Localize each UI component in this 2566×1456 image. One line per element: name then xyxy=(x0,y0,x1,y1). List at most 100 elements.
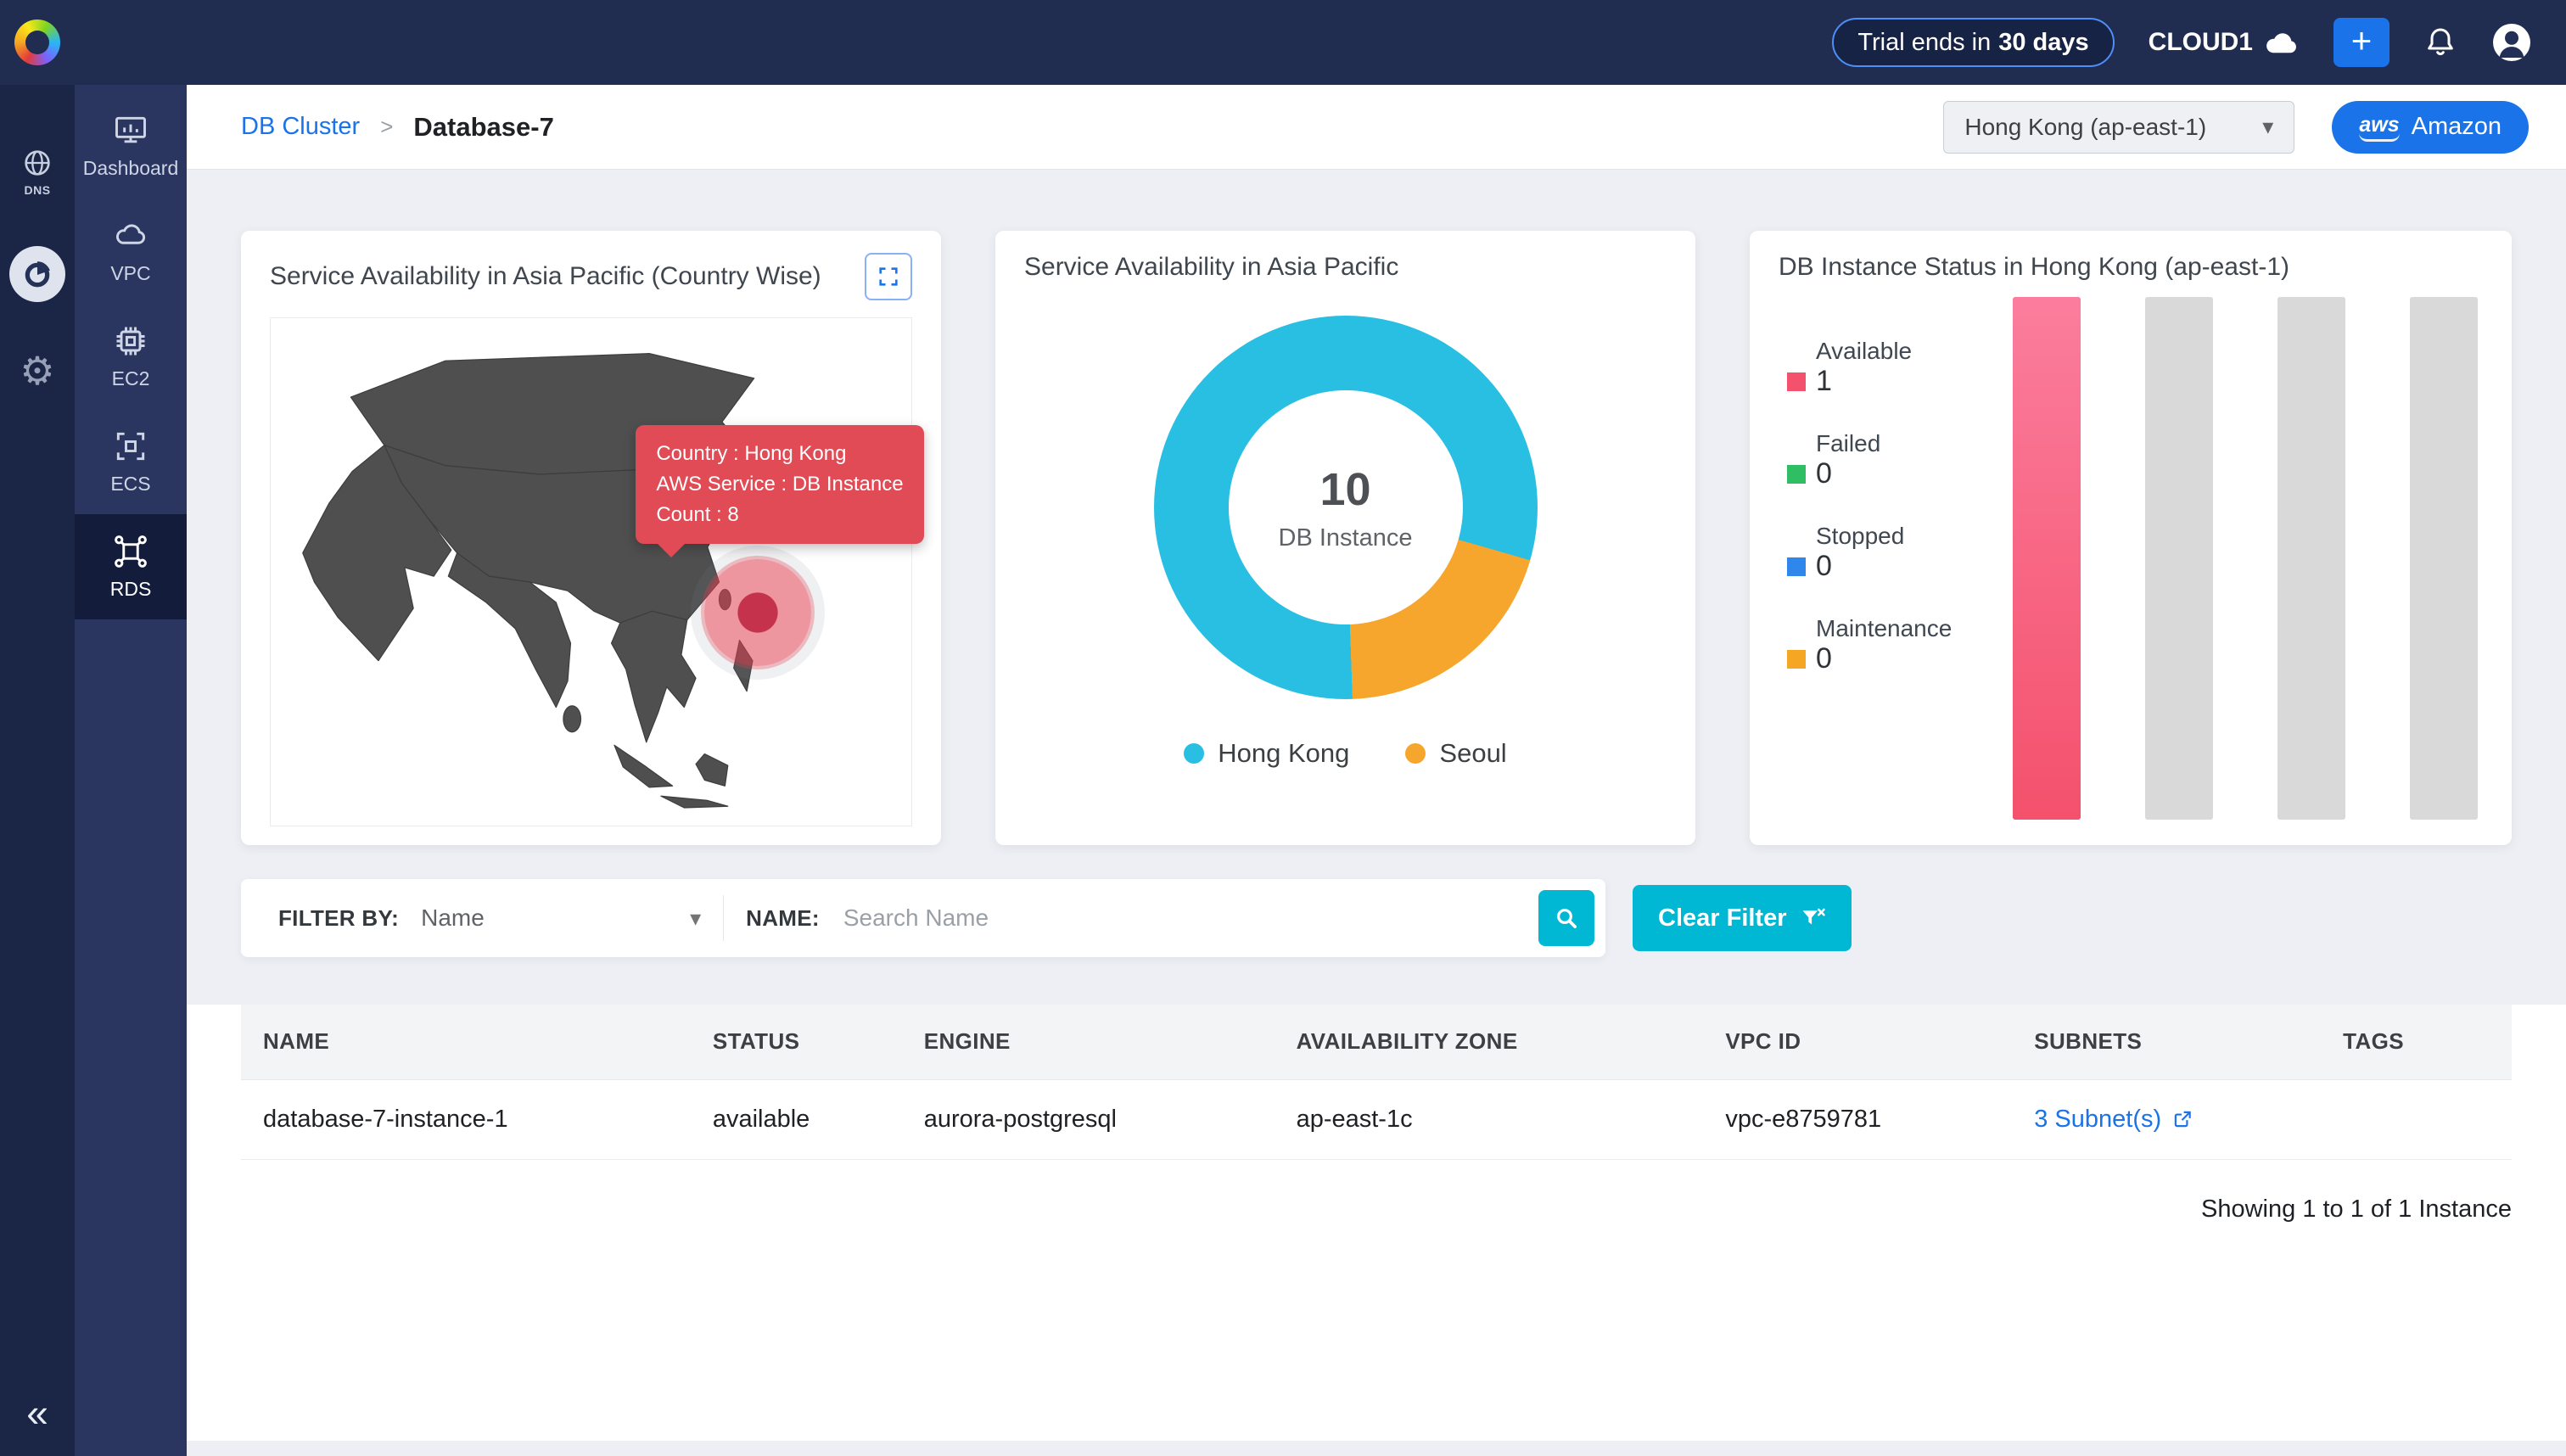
legend-square-red xyxy=(1787,372,1806,391)
rds-icon xyxy=(112,533,149,570)
chevron-down-icon: ▾ xyxy=(690,905,701,932)
legend-label: Seoul xyxy=(1439,738,1506,769)
clear-filter-label: Clear Filter xyxy=(1658,904,1787,932)
breadcrumb-separator: > xyxy=(380,114,393,140)
col-status: STATUS xyxy=(691,1005,902,1079)
status-legend: Available 1 Failed 0 S xyxy=(1779,294,1991,826)
legend-value: 1 xyxy=(1816,365,1991,398)
breadcrumb-parent-link[interactable]: DB Cluster xyxy=(241,113,360,141)
sidebar-item-rds[interactable]: RDS xyxy=(75,514,187,619)
instances-table-panel: NAME STATUS ENGINE AVAILABILITY ZONE VPC… xyxy=(187,1005,2566,1441)
search-button[interactable] xyxy=(1538,890,1594,946)
account-menu[interactable] xyxy=(2491,22,2532,63)
provider-button[interactable]: aws Amazon xyxy=(2332,101,2529,154)
status-bar-chart xyxy=(1991,294,2483,826)
external-link-icon xyxy=(2171,1108,2193,1130)
subnets-link[interactable]: 3 Subnet(s) xyxy=(2034,1106,2193,1134)
map-highlight-hong-kong[interactable] xyxy=(704,559,811,666)
vpc-icon xyxy=(112,217,149,255)
col-name: NAME xyxy=(241,1005,691,1079)
legend-label: Maintenance xyxy=(1816,615,1953,642)
sidebar-item-vpc[interactable]: VPC xyxy=(75,199,187,304)
app-window: Trial ends in 30 days CLOUD1 + xyxy=(0,0,2566,1456)
sidebar-item-monitoring[interactable] xyxy=(9,246,65,302)
tooltip-count: Count : 8 xyxy=(656,500,903,530)
legend-dot-cyan xyxy=(1184,743,1204,764)
donut-center-label: DB Instance xyxy=(1279,524,1413,552)
legend-square-blue xyxy=(1787,557,1806,576)
settings-gear-icon[interactable]: ⚙ xyxy=(20,351,54,390)
cell-engine: aurora-postgresql xyxy=(902,1079,1275,1159)
filter-by-label: FILTER BY: xyxy=(278,905,399,932)
status-legend-stopped: Stopped 0 xyxy=(1787,523,1991,583)
donut-center-value: 10 xyxy=(1319,463,1370,516)
legend-value: 0 xyxy=(1816,642,1991,675)
status-legend-maintenance: Maintenance 0 xyxy=(1787,615,1991,675)
ecs-icon xyxy=(112,428,149,465)
bar-maintenance xyxy=(2410,297,2478,820)
avatar-icon xyxy=(2491,22,2532,63)
search-input[interactable] xyxy=(842,904,1516,932)
col-engine: ENGINE xyxy=(902,1005,1275,1079)
org-switcher[interactable]: CLOUD1 xyxy=(2149,28,2300,57)
cell-tags xyxy=(2321,1079,2512,1159)
name-label: NAME: xyxy=(746,905,820,932)
donut-legend: Hong Kong Seoul xyxy=(1184,738,1506,769)
add-button[interactable]: + xyxy=(2333,18,2390,67)
status-legend-available: Available 1 xyxy=(1787,338,1991,398)
collapse-sidebar-icon[interactable]: « xyxy=(0,1393,75,1432)
legend-seoul: Seoul xyxy=(1405,738,1506,769)
sidebar-item-label: Dashboard xyxy=(83,157,179,180)
col-subnets: SUBNETS xyxy=(2012,1005,2321,1079)
status-legend-failed: Failed 0 xyxy=(1787,430,1991,490)
sidebar-item-label: EC2 xyxy=(112,367,150,390)
legend-square-orange xyxy=(1787,650,1806,669)
bar-failed xyxy=(2145,297,2213,820)
instances-table: NAME STATUS ENGINE AVAILABILITY ZONE VPC… xyxy=(241,1005,2512,1160)
dns-globe-icon xyxy=(20,146,54,180)
trial-banner[interactable]: Trial ends in 30 days xyxy=(1832,18,2114,67)
legend-label: Hong Kong xyxy=(1218,738,1349,769)
search-icon xyxy=(1553,904,1580,932)
cell-availability-zone: ap-east-1c xyxy=(1275,1079,1704,1159)
dns-label: DNS xyxy=(24,183,50,197)
app-logo[interactable] xyxy=(0,20,75,65)
donut-card: Service Availability in Asia Pacific 10 … xyxy=(995,231,1695,845)
filter-bar: FILTER BY: Name ▾ NAME: xyxy=(241,879,1605,957)
sidebar-item-label: ECS xyxy=(110,473,150,496)
filter-by-value: Name xyxy=(421,904,485,932)
bar-available xyxy=(2013,297,2081,820)
legend-hong-kong: Hong Kong xyxy=(1184,738,1349,769)
table-header-row: NAME STATUS ENGINE AVAILABILITY ZONE VPC… xyxy=(241,1005,2512,1079)
legend-value: 0 xyxy=(1816,457,1991,490)
legend-label: Stopped xyxy=(1816,523,1953,550)
showing-count: Showing 1 to 1 of 1 Instance xyxy=(241,1196,2512,1224)
clear-filter-icon xyxy=(1801,905,1826,931)
sidebar-item-dns[interactable]: DNS xyxy=(20,146,54,197)
sidebar-item-ecs[interactable]: ECS xyxy=(75,409,187,514)
col-tags: TAGS xyxy=(2321,1005,2512,1079)
service-sidebar: Dashboard VPC EC2 xyxy=(75,85,187,1456)
divider xyxy=(723,895,724,941)
dashboard-icon xyxy=(112,112,149,149)
subnets-link-label: 3 Subnet(s) xyxy=(2034,1106,2161,1134)
filter-by-dropdown[interactable]: Name ▾ xyxy=(421,904,701,932)
cloud-icon xyxy=(2264,31,2300,54)
org-name: CLOUD1 xyxy=(2149,28,2253,57)
trial-days: 30 days xyxy=(1998,29,2088,57)
clear-filter-button[interactable]: Clear Filter xyxy=(1633,885,1852,951)
tooltip-service: AWS Service : DB Instance xyxy=(656,469,903,500)
map-card-title: Service Availability in Asia Pacific (Co… xyxy=(270,262,821,291)
region-dropdown[interactable]: Hong Kong (ap-east-1) ▾ xyxy=(1943,101,2294,154)
sidebar-item-dashboard[interactable]: Dashboard xyxy=(75,93,187,199)
table-row: database-7-instance-1 available aurora-p… xyxy=(241,1079,2512,1159)
asia-map-svg xyxy=(271,318,911,826)
tooltip-country: Country : Hong Kong xyxy=(656,439,903,469)
expand-icon xyxy=(877,265,900,288)
expand-map-button[interactable] xyxy=(865,253,912,300)
analytics-pie-icon xyxy=(22,259,53,289)
notifications-button[interactable] xyxy=(2423,25,2457,59)
icon-strip: DNS ⚙ « xyxy=(0,85,75,1456)
sidebar-item-ec2[interactable]: EC2 xyxy=(75,304,187,409)
donut-card-title: Service Availability in Asia Pacific xyxy=(1024,253,1398,281)
